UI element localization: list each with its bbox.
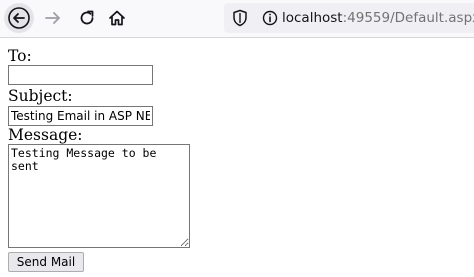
to-input[interactable] <box>8 65 153 85</box>
send-mail-button[interactable]: Send Mail <box>8 252 84 272</box>
home-button[interactable] <box>102 3 132 33</box>
home-icon <box>109 10 125 26</box>
subject-input[interactable] <box>8 106 153 126</box>
url-text[interactable]: localhost:49559/Default.aspx <box>282 9 474 27</box>
forward-arrow-icon <box>45 12 60 24</box>
reload-button[interactable] <box>72 3 102 33</box>
reload-icon <box>80 10 94 25</box>
browser-toolbar: localhost:49559/Default.aspx <box>0 0 474 38</box>
back-arrow-icon <box>8 7 30 29</box>
info-icon[interactable] <box>262 9 278 32</box>
shield-icon[interactable] <box>232 9 248 32</box>
to-label: To: <box>8 47 32 65</box>
page: localhost:49559/Default.aspx To: Subject… <box>0 0 474 277</box>
subject-label: Subject: <box>8 87 73 105</box>
url-host: localhost <box>282 10 343 26</box>
message-label: Message: <box>8 126 83 144</box>
url-path: :49559/Default.aspx <box>342 10 474 26</box>
url-bar[interactable]: localhost:49559/Default.aspx <box>224 3 474 33</box>
back-button[interactable] <box>4 3 34 33</box>
message-textarea[interactable]: Testing Message to be sent <box>8 144 190 248</box>
forward-button[interactable] <box>38 3 68 33</box>
